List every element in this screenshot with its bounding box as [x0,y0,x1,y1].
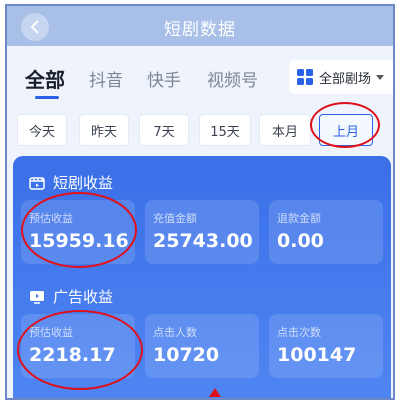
tab-douyin[interactable]: 抖音 [89,66,123,91]
tab-kuaishou[interactable]: 快手 [147,66,181,91]
income-panel: 短剧收益 预估收益 15959.16 充值金额 25743.00 退款金额 0.… [13,156,391,398]
time-tab-15days[interactable]: 15天 [199,114,251,146]
time-tab-7days[interactable]: 7天 [139,114,189,146]
time-tab-this-month[interactable]: 本月 [259,114,311,146]
monitor-icon [30,290,44,304]
metric-card: 点击次数 100147 [269,314,383,378]
metric-label: 预估收益 [29,326,73,339]
metric-label: 充值金额 [153,212,197,225]
metric-label: 点击次数 [277,326,321,339]
tab-all[interactable]: 全部 [25,64,65,93]
metric-label: 预估收益 [29,212,73,225]
ad-income-title: 广告收益 [53,288,114,306]
time-tab-yesterday[interactable]: 昨天 [79,114,129,146]
metric-value: 15959.16 [29,230,129,252]
metric-card: 退款金额 0.00 [269,200,383,264]
chevron-down-icon [376,74,385,80]
metric-value: 10720 [153,344,220,366]
metric-value: 0.00 [277,230,324,252]
active-tab-indicator [35,96,59,99]
header-bar: 短剧数据 [7,6,393,46]
time-tab-last-month[interactable]: 上月 [319,114,373,146]
metric-value: 2218.17 [29,344,116,366]
grid-icon [297,69,313,85]
time-range-tabs: 今天 昨天 7天 15天 本月 上月 [7,110,393,150]
drama-income-title: 短剧收益 [53,174,114,192]
page-title: 短剧数据 [164,20,236,40]
drama-income-header: 短剧收益 [29,172,113,193]
app-frame: 短剧数据 全部 抖音 快手 视频号 全部剧场 今天 昨天 7天 15天 本月 上… [5,4,395,400]
metric-card: 点击人数 10720 [145,314,259,378]
platform-tabs: 全部 抖音 快手 视频号 全部剧场 [7,46,393,106]
time-tab-today[interactable]: 今天 [17,114,67,146]
theater-select-value: 全部剧场 [319,71,372,87]
metric-card: 预估收益 2218.17 [21,314,135,378]
metric-label: 退款金额 [277,212,321,225]
metric-card: 充值金额 25743.00 [145,200,259,264]
ad-income-header: 广告收益 [29,286,113,307]
metric-value: 100147 [277,344,357,366]
annotation-arrow [209,388,221,397]
tab-video-account[interactable]: 视频号 [207,66,258,91]
theater-select[interactable]: 全部剧场 [289,60,393,94]
metric-value: 25743.00 [153,230,253,252]
film-icon [29,176,45,190]
metric-card: 预估收益 15959.16 [21,200,135,264]
metric-label: 点击人数 [153,326,197,339]
